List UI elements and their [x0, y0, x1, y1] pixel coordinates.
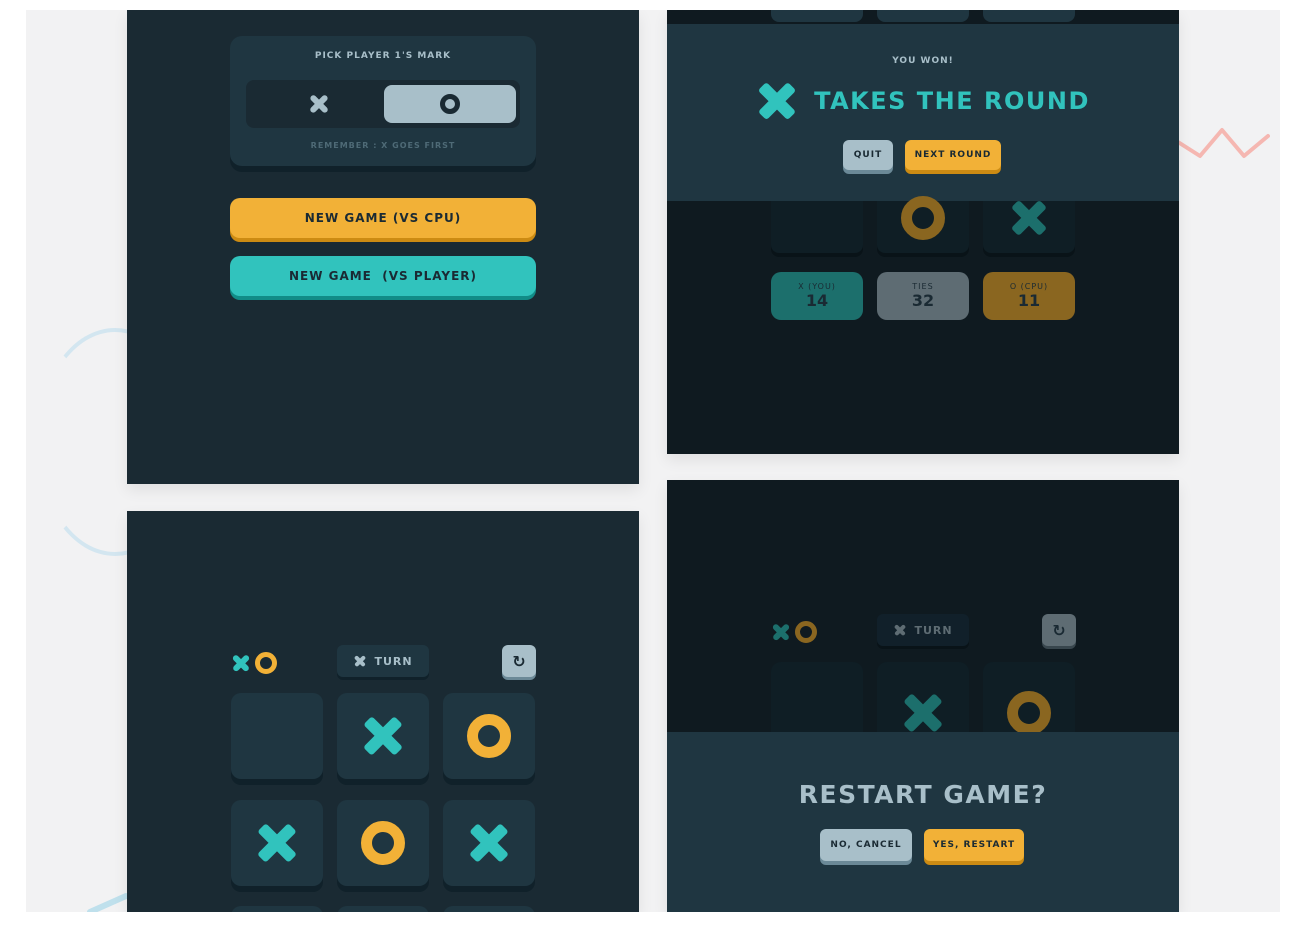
- restart-title: RESTART GAME?: [798, 780, 1048, 809]
- restart-confirm-panel: TURN ↻ RESTART GAME? NO, CANCEL YES, RES…: [667, 480, 1179, 912]
- board-cell-partial[interactable]: [337, 906, 429, 912]
- o-mark-icon: [901, 196, 945, 240]
- restart-icon: ↻: [1052, 620, 1066, 640]
- result-actions: QUIT NEXT ROUND: [843, 140, 1003, 172]
- x-mark-icon: [1009, 198, 1049, 238]
- mark-option-x[interactable]: [254, 85, 384, 123]
- new-game-menu-panel: PICK PLAYER 1'S MARK REMEMBER : X GOES F…: [127, 10, 639, 484]
- turn-indicator: TURN: [337, 645, 429, 677]
- restart-button[interactable]: ↻: [502, 645, 536, 677]
- score-x-value: 14: [805, 291, 829, 310]
- logo-x-icon: [771, 622, 791, 642]
- restart-dialog: RESTART GAME? NO, CANCEL YES, RESTART: [667, 732, 1179, 912]
- result-headline: TAKES THE ROUND: [814, 87, 1090, 115]
- next-round-button[interactable]: NEXT ROUND: [905, 140, 1001, 170]
- mark-picker-card: PICK PLAYER 1'S MARK REMEMBER : X GOES F…: [230, 36, 536, 166]
- board-cell-x[interactable]: [337, 693, 429, 779]
- board-cell-o[interactable]: [877, 196, 969, 253]
- board-cell-x[interactable]: [231, 800, 323, 886]
- board-top-cells: [667, 10, 1179, 24]
- restart-icon: ↻: [512, 651, 526, 671]
- decorative-zigzag: [1178, 128, 1270, 158]
- logo-o-icon: [255, 652, 277, 674]
- score-o-value: 11: [1017, 291, 1041, 310]
- pick-mark-label: PICK PLAYER 1'S MARK: [314, 51, 452, 61]
- quit-button[interactable]: QUIT: [843, 140, 893, 170]
- restart-button[interactable]: ↻: [1042, 614, 1076, 646]
- x-mark-icon: [901, 691, 945, 735]
- showcase-canvas: PICK PLAYER 1'S MARK REMEMBER : X GOES F…: [26, 10, 1280, 912]
- o-mark-icon: [467, 714, 511, 758]
- cancel-restart-button[interactable]: NO, CANCEL: [820, 829, 912, 861]
- score-ties-title: TIES: [912, 282, 934, 291]
- round-result-banner: YOU WON! TAKES THE ROUND QUIT NEXT ROUND: [667, 24, 1179, 201]
- score-o: O (CPU) 11: [983, 272, 1075, 320]
- x-mark-icon: [361, 714, 405, 758]
- board-cell-x[interactable]: [443, 800, 535, 886]
- logo-dim: [771, 621, 817, 643]
- turn-label: TURN: [914, 623, 953, 637]
- board-cell[interactable]: [771, 201, 863, 253]
- score-x: X (YOU) 14: [771, 272, 863, 320]
- x-mark-icon: [255, 821, 299, 865]
- remember-hint: REMEMBER : X GOES FIRST: [310, 141, 456, 150]
- restart-actions: NO, CANCEL YES, RESTART: [820, 829, 1026, 863]
- logo-o-icon: [795, 621, 817, 643]
- board-cell: [877, 10, 969, 22]
- board-cell: [771, 10, 863, 22]
- new-game-vs-player-button[interactable]: NEW GAME (VS PLAYER): [230, 256, 536, 296]
- board-cell-partial[interactable]: [231, 906, 323, 912]
- turn-label: TURN: [374, 654, 413, 668]
- board-cell-empty[interactable]: [231, 693, 323, 779]
- o-mark-icon: [361, 821, 405, 865]
- mark-option-o-selected[interactable]: [384, 85, 516, 123]
- o-mark-icon: [1007, 691, 1051, 735]
- result-subtitle: YOU WON!: [892, 56, 954, 66]
- turn-x-icon: [893, 624, 906, 637]
- x-mark-icon: [308, 93, 330, 115]
- confirm-restart-button[interactable]: YES, RESTART: [924, 829, 1024, 861]
- board-cell-o[interactable]: [337, 800, 429, 886]
- logo-x-icon: [231, 653, 251, 673]
- board-cell-x[interactable]: [983, 201, 1075, 253]
- board-cell-partial[interactable]: [443, 906, 535, 912]
- game-board-panel: TURN ↻: [127, 511, 639, 912]
- score-ties-value: 32: [911, 291, 935, 310]
- winner-x-mark-icon: [756, 80, 798, 122]
- board-cell: [983, 10, 1075, 22]
- board-cell-o[interactable]: [443, 693, 535, 779]
- x-mark-icon: [467, 821, 511, 865]
- result-headline-row: TAKES THE ROUND: [756, 80, 1090, 122]
- round-won-panel: YOU WON! TAKES THE ROUND QUIT NEXT ROUND…: [667, 10, 1179, 454]
- score-o-title: O (CPU): [1009, 282, 1049, 291]
- o-mark-icon: [440, 94, 460, 114]
- turn-x-icon: [353, 655, 366, 668]
- mark-toggle: [246, 80, 520, 128]
- logo: [231, 652, 277, 674]
- turn-indicator: TURN: [877, 614, 969, 646]
- new-game-vs-cpu-button[interactable]: NEW GAME (VS CPU): [230, 198, 536, 238]
- score-ties: TIES 32: [877, 272, 969, 320]
- score-x-title: X (YOU): [798, 282, 836, 291]
